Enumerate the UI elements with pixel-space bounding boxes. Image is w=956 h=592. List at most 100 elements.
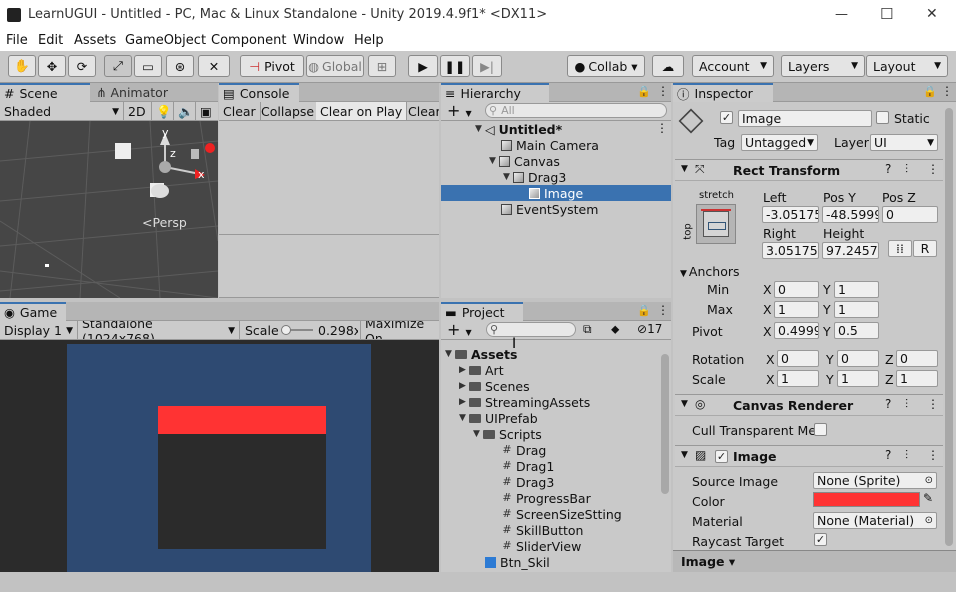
cloud-button[interactable]: ☁ — [652, 55, 684, 77]
height-input[interactable]: 97.24573 — [822, 242, 879, 259]
rotate-tool-button[interactable]: ⟳ — [68, 55, 96, 77]
menu-edit[interactable]: Edit — [38, 33, 63, 48]
tree-item-image[interactable]: Image — [441, 185, 671, 201]
eyedropper-icon[interactable]: ✎ — [923, 491, 933, 505]
anchor-max-y-input[interactable]: 1 — [834, 301, 879, 318]
game-view[interactable] — [0, 340, 439, 572]
raycast-target-checkbox[interactable]: ✓ — [814, 533, 827, 546]
project-item-uiprefab[interactable]: ▼ UIPrefab — [459, 410, 538, 426]
layer-dropdown[interactable]: UI ▼ — [870, 134, 938, 151]
mode-2d-button[interactable]: 2D — [124, 102, 152, 121]
console-divider[interactable] — [219, 234, 439, 235]
pivot-toggle[interactable]: ⊣ Pivot — [240, 55, 304, 77]
object-picker-icon[interactable]: ⊙ — [925, 515, 933, 526]
grid-snap-button[interactable]: ⊞ — [368, 55, 396, 77]
create-plus-button[interactable]: + ▼ — [447, 101, 472, 120]
right-input[interactable]: 3.051758 — [762, 242, 819, 259]
menu-assets[interactable]: Assets — [74, 33, 116, 48]
menu-window[interactable]: Window — [293, 33, 344, 48]
canvas-renderer-header[interactable]: ▼ ◎ Canvas Renderer ? ⫶ ⋮ — [675, 394, 943, 416]
move-tool-button[interactable]: ✥ — [38, 55, 66, 77]
filter-type-icon[interactable]: ⧉ — [583, 322, 592, 337]
blueprint-mode-button[interactable]: ⁞⁞ — [888, 240, 912, 257]
transform-tool-button[interactable]: ⊛ — [166, 55, 194, 77]
help-icon[interactable]: ? — [885, 162, 891, 176]
scale-slider-thumb[interactable] — [281, 325, 291, 335]
tag-dropdown[interactable]: Untagged ▼ — [741, 134, 818, 151]
clear-on-play-button[interactable]: Clear on Play — [316, 102, 408, 120]
project-item-drag[interactable]: # Drag — [501, 442, 546, 458]
menu-file[interactable]: File — [6, 33, 28, 48]
project-item-assets[interactable]: ▼ Assets — [445, 346, 517, 362]
collapse-button[interactable]: Collapse — [257, 102, 320, 120]
tree-item-scene[interactable]: ▼ ◁ Untitled* — [475, 121, 562, 137]
help-icon[interactable]: ? — [885, 397, 891, 411]
effects-icon[interactable]: ▣ — [196, 102, 218, 121]
tab-hierarchy[interactable]: ≡ Hierarchy — [441, 83, 549, 102]
hand-tool-button[interactable]: ✋ — [8, 55, 36, 77]
image-component-header[interactable]: ▼ ▨ ✓ Image ? ⫶ ⋮ — [675, 445, 943, 467]
shading-dropdown[interactable]: Shaded ▼ — [0, 102, 124, 121]
tab-inspector[interactable]: ⓘ Inspector — [673, 83, 773, 102]
posz-input[interactable]: 0 — [882, 206, 938, 223]
rotation-x-input[interactable]: 0 — [777, 350, 819, 367]
create-plus-button[interactable]: + ▼ — [447, 320, 472, 339]
clear-on-build-button[interactable]: Clear — [404, 102, 439, 120]
preset-icon[interactable]: ⫶ — [905, 397, 908, 412]
tab-project[interactable]: ▬ Project — [441, 302, 523, 321]
raw-edit-button[interactable]: R — [913, 240, 937, 257]
pause-button[interactable]: ❚❚ — [440, 55, 470, 77]
play-button[interactable]: ▶ — [408, 55, 438, 77]
hierarchy-search-input[interactable]: ⚲ All — [485, 103, 667, 118]
global-toggle[interactable]: ◍ Global — [306, 55, 364, 77]
project-item-btn-skil[interactable]: Btn_Skil — [485, 554, 550, 570]
persp-label[interactable]: <Persp — [142, 215, 187, 230]
clear-button[interactable]: Clear — [219, 102, 261, 120]
active-checkbox[interactable]: ✓ — [720, 111, 733, 124]
hidden-packages-icon[interactable]: ⊘17 — [637, 322, 662, 336]
layout-dropdown[interactable]: Layout ▼ — [866, 55, 948, 77]
account-dropdown[interactable]: Account ▼ — [692, 55, 774, 77]
lock-icon[interactable]: 🔒 — [637, 85, 651, 98]
scale-y-input[interactable]: 1 — [837, 370, 879, 387]
more-options-icon[interactable]: ⋮ — [941, 84, 953, 98]
project-item-screensizestting[interactable]: # ScreenSizeStting — [501, 506, 621, 522]
source-image-field[interactable]: None (Sprite) ⊙ — [813, 472, 937, 489]
menu-help[interactable]: Help — [354, 33, 384, 48]
scale-z-input[interactable]: 1 — [896, 370, 938, 387]
rect-tool-button[interactable]: ▭ — [134, 55, 162, 77]
static-checkbox[interactable] — [876, 111, 889, 124]
image-enabled-checkbox[interactable]: ✓ — [715, 450, 728, 463]
project-item-drag3[interactable]: # Drag3 — [501, 474, 554, 490]
rotation-y-input[interactable]: 0 — [837, 350, 879, 367]
tab-game[interactable]: ◉ Game — [0, 302, 66, 321]
anchor-min-x-input[interactable]: 0 — [774, 281, 819, 298]
audio-icon[interactable]: 🔈 — [174, 102, 196, 121]
component-menu-icon[interactable]: ⋮ — [927, 162, 939, 176]
collab-dropdown[interactable]: ● Collab ▾ — [567, 55, 645, 77]
lock-icon[interactable]: 🔒 — [637, 304, 651, 317]
close-button[interactable]: ✕ — [926, 6, 938, 22]
project-item-scenes[interactable]: ▶ Scenes — [459, 378, 530, 394]
rect-transform-header[interactable]: ▼ ⤧ Rect Transform ? ⫶ ⋮ — [675, 159, 943, 181]
project-item-art[interactable]: ▶ Art — [459, 362, 504, 378]
tab-scene[interactable]: # Scene — [0, 83, 90, 102]
preset-icon[interactable]: ⫶ — [905, 162, 908, 177]
tree-item-canvas[interactable]: ▼ Canvas — [489, 153, 560, 169]
more-options-icon[interactable]: ⋮ — [657, 303, 669, 317]
project-item-sliderview[interactable]: # SliderView — [501, 538, 581, 554]
tab-animator[interactable]: ⋔ Animator — [92, 83, 192, 102]
scene-options-icon[interactable]: ⋮ — [656, 121, 668, 135]
anchors-foldout[interactable]: ▼ Anchors — [680, 264, 740, 279]
anchor-max-x-input[interactable]: 1 — [774, 301, 819, 318]
posy-input[interactable]: -48.5999 — [822, 206, 879, 223]
tree-item-main-camera[interactable]: Main Camera — [501, 137, 599, 153]
minimize-button[interactable]: — — [835, 7, 848, 22]
filter-label-icon[interactable]: ⬥ — [611, 322, 619, 337]
menu-gameobject[interactable]: GameObject — [125, 33, 206, 48]
scale-slider[interactable] — [281, 325, 313, 335]
object-name-input[interactable]: Image — [738, 110, 872, 127]
color-swatch[interactable] — [813, 492, 920, 507]
scale-x-input[interactable]: 1 — [777, 370, 819, 387]
preview-dropdown[interactable]: Image ▾ — [681, 554, 735, 569]
